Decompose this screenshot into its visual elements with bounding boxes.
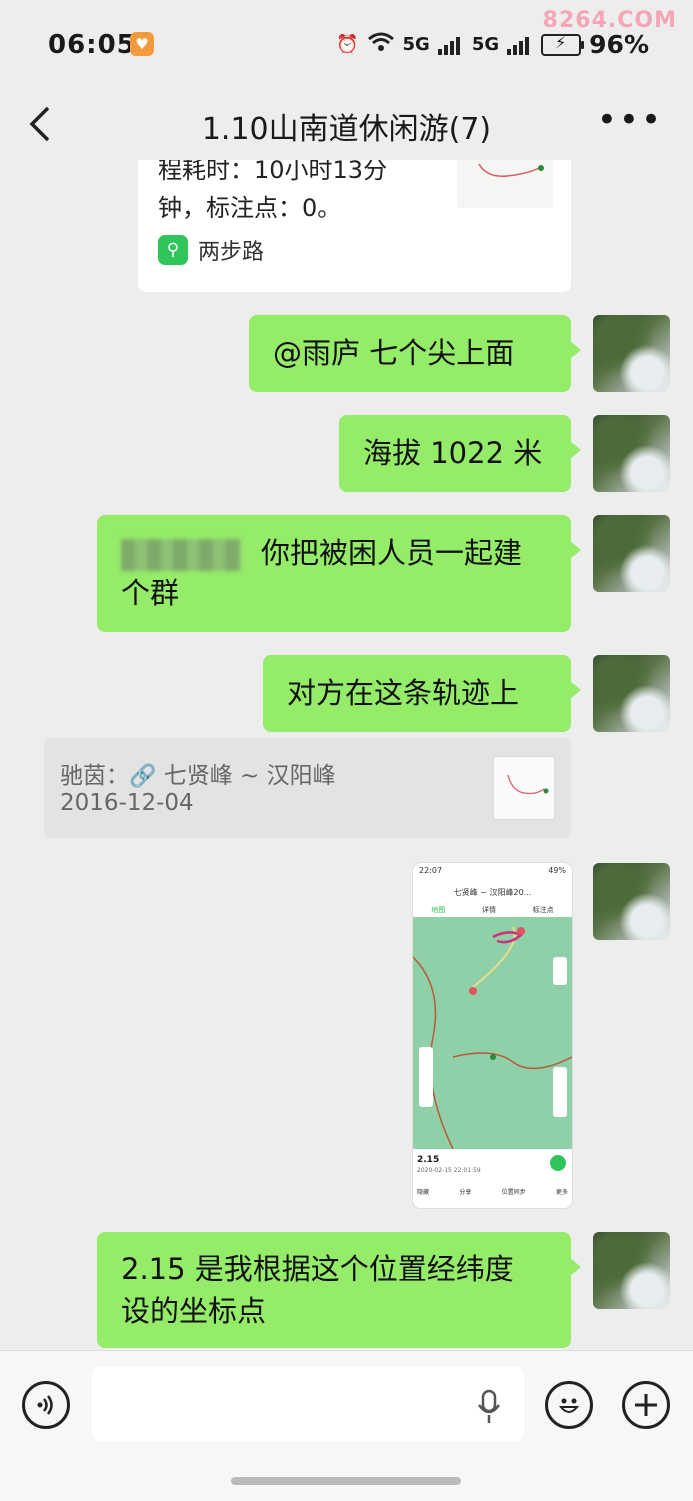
shot-footer: 2.15 2020-02-15 22:01:59 隐藏 分享 位置同步 更多 [413, 1149, 572, 1208]
status-icons: ⏰ 5G 5G ⚡ 96% [336, 30, 649, 59]
status-bar: 8264.COM 06:05 ♥ ⏰ 5G 5G ⚡ 96% [0, 0, 693, 90]
chat-title: 1.10山南道休闲游(7) [201, 112, 492, 147]
avatar[interactable] [593, 515, 670, 592]
status-time: 06:05 [48, 30, 136, 60]
message-bubble[interactable]: 你把被困人员一起建 个群 [97, 515, 581, 632]
shot-title: 七贤峰 ~ 汉阳峰20... [453, 888, 532, 897]
emoji-icon[interactable] [545, 1381, 593, 1429]
shot-status: 22:07 49% [419, 866, 566, 875]
quoted-message[interactable]: 驰茵：🔗 七贤峰 ~ 汉阳峰 2016-12-04 [44, 738, 571, 838]
avatar[interactable] [593, 1232, 670, 1309]
card-text-line: 程耗时：10小时13分 [158, 160, 388, 184]
voice-toggle-icon[interactable] [22, 1381, 70, 1429]
message-bubble[interactable]: 2.15 是我根据这个位置经纬度 设的坐标点 [97, 1232, 581, 1348]
message-bubble[interactable]: @雨庐 七个尖上面 [249, 315, 581, 392]
more-icon[interactable]: ••• [597, 100, 663, 140]
wifi-icon [367, 31, 395, 58]
avatar[interactable] [593, 315, 670, 392]
quote-date: 2016-12-04 [60, 790, 194, 816]
battery-level: 96% [589, 30, 649, 59]
card-source: ⚲ 两步路 [158, 234, 264, 266]
avatar[interactable] [593, 415, 670, 492]
shared-track-card[interactable]: 程耗时：10小时13分 钟，标注点：0。 ⚲ 两步路 [138, 160, 571, 292]
alarm-icon: ⏰ [336, 34, 359, 55]
message-text: 个群 [121, 576, 180, 610]
avatar[interactable] [593, 655, 670, 732]
card-text-line: 钟，标注点：0。 [158, 194, 342, 222]
chat-list[interactable]: 程耗时：10小时13分 钟，标注点：0。 ⚲ 两步路 @雨庐 七个尖上面 海拔 … [0, 160, 693, 1350]
card-source-label: 两步路 [198, 240, 265, 265]
network-label-2: 5G [471, 34, 500, 55]
message-bubble[interactable]: 对方在这条轨迹上 [263, 655, 581, 732]
quote-title: 七贤峰 ~ 汉阳峰 [163, 763, 336, 789]
blurred-mention [121, 539, 241, 571]
home-indicator [231, 1477, 461, 1485]
avatar[interactable] [593, 863, 670, 940]
chat-header: 1.10山南道休闲游(7) ••• [0, 90, 693, 160]
microphone-icon[interactable] [476, 1389, 501, 1423]
track-thumbnail [457, 160, 553, 208]
link-icon: 🔗 [129, 764, 157, 789]
add-icon[interactable] [622, 1381, 670, 1429]
heart-icon: ♥ [130, 32, 154, 56]
message-input[interactable] [92, 1367, 524, 1441]
image-message[interactable]: 22:07 49% 七贤峰 ~ 汉阳峰20... 地图 详情 标注点 2.15 202… [413, 863, 572, 1208]
quote-line: 驰茵：🔗 七贤峰 ~ 汉阳峰 [60, 756, 336, 790]
message-text: 2.15 是我根据这个位置经纬度 [121, 1252, 514, 1286]
signal-icon [437, 35, 464, 55]
track-thumbnail [493, 756, 555, 820]
map-image [413, 917, 572, 1150]
signal-icon [507, 35, 533, 55]
message-text: 你把被困人员一起建 [261, 536, 523, 570]
quote-author: 驰茵： [60, 763, 129, 789]
app-logo-icon: ⚲ [158, 235, 188, 265]
message-text: 设的坐标点 [121, 1294, 267, 1328]
message-bubble[interactable]: 海拔 1022 米 [339, 415, 581, 492]
network-label-1: 5G [402, 34, 430, 55]
battery-icon: ⚡ [541, 33, 585, 56]
